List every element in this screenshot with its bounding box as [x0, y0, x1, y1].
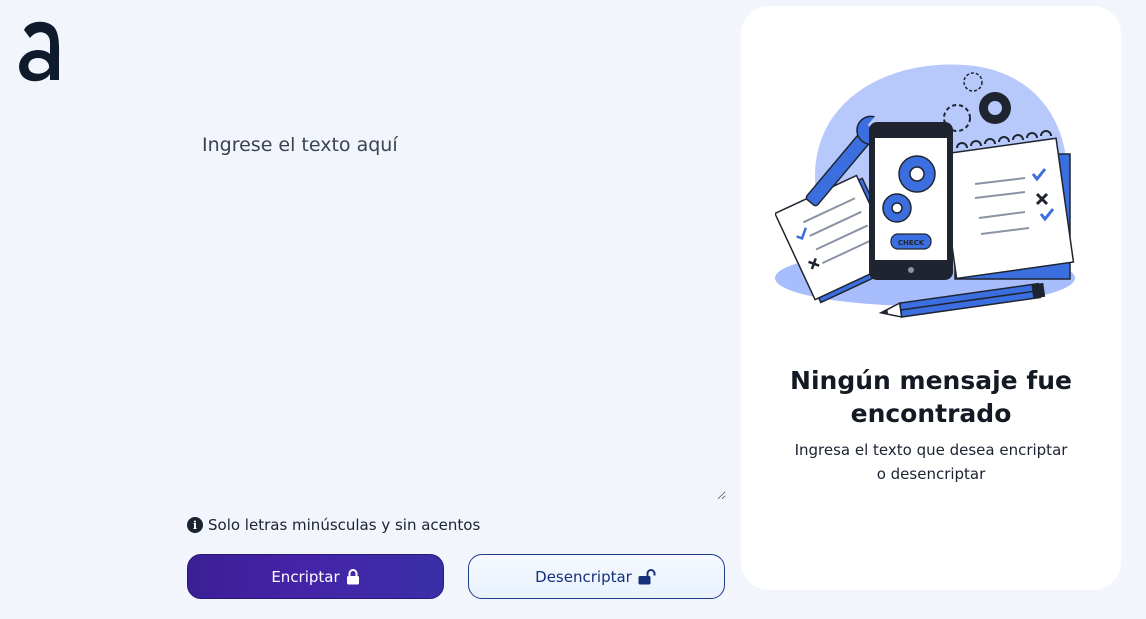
unlock-icon: [638, 568, 656, 584]
gear-icon: [979, 92, 1011, 124]
message-input[interactable]: [186, 120, 726, 500]
hint-text: Solo letras minúsculas y sin acentos: [208, 516, 481, 534]
maintenance-illustration: CHECK: [775, 64, 1075, 318]
output-panel: CHECK Ningún mensaje fue encontrado Ingr…: [741, 6, 1121, 590]
empty-state-subtitle: Ingresa el texto que desea encriptar o d…: [794, 441, 1068, 483]
info-icon: i: [187, 517, 203, 533]
app-logo: [19, 21, 60, 82]
encrypt-button[interactable]: Encriptar: [187, 554, 444, 599]
input-hint: i Solo letras minúsculas y sin acentos: [187, 516, 480, 534]
decrypt-button[interactable]: Desencriptar: [468, 554, 725, 599]
decrypt-button-label: Desencriptar: [535, 567, 632, 586]
empty-state-title: Ningún mensaje fue encontrado: [790, 366, 1072, 428]
phone-check-label: CHECK: [898, 239, 925, 247]
encrypt-button-label: Encriptar: [271, 567, 340, 586]
lock-icon: [346, 568, 359, 584]
